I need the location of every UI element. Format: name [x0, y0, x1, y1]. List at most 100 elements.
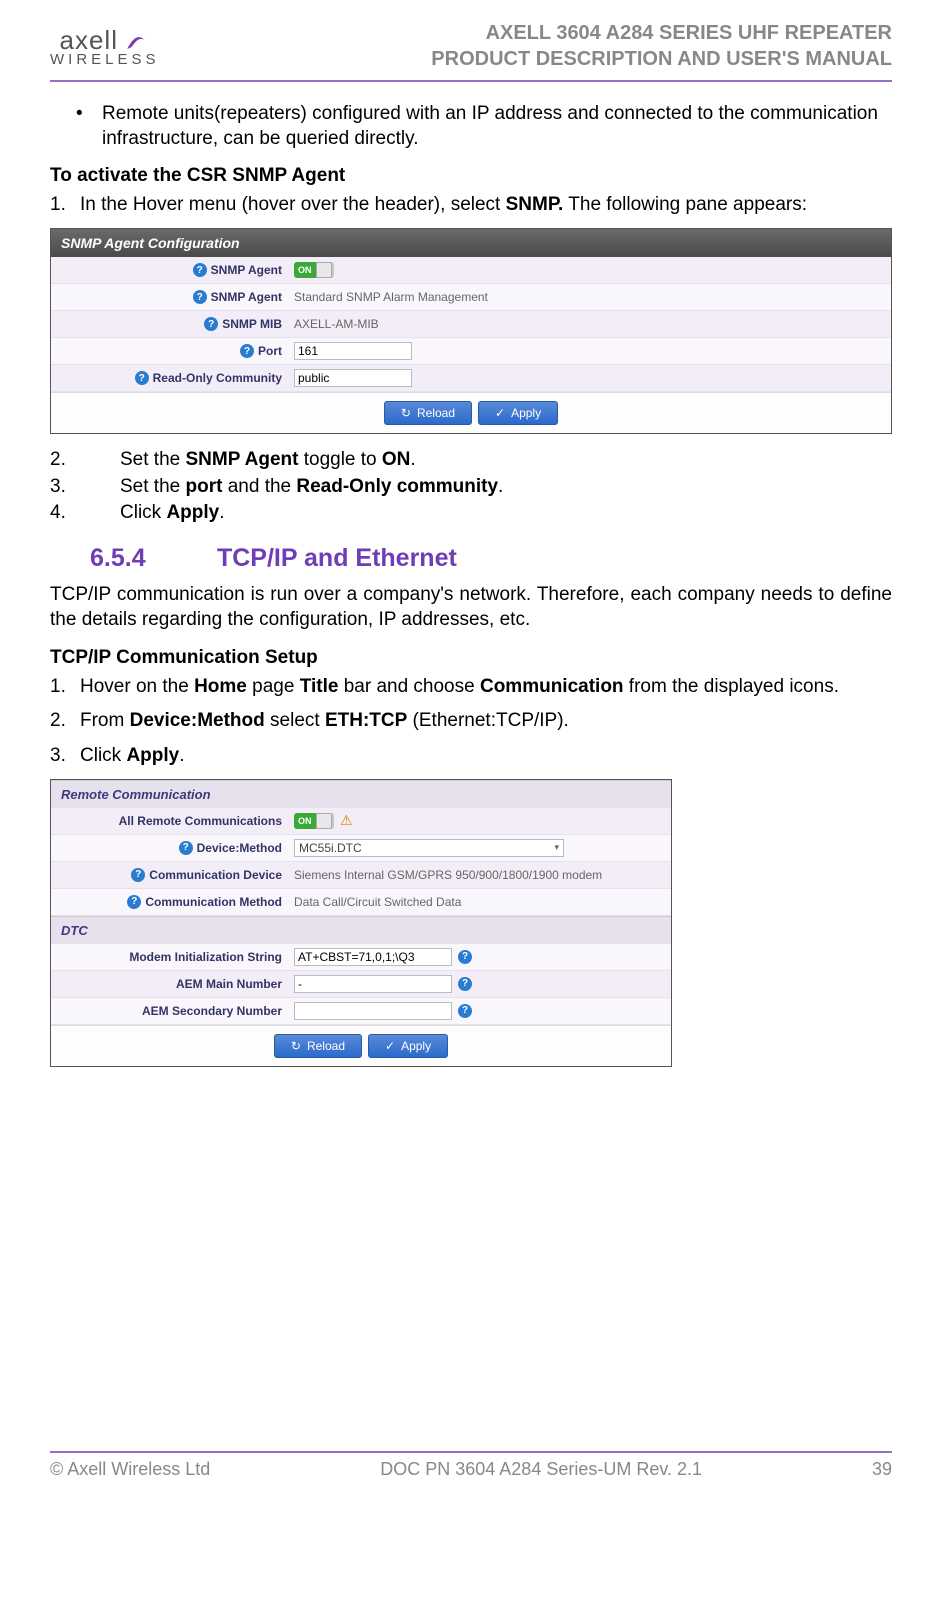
button-label: Apply	[511, 406, 541, 420]
bullet-icon: •	[76, 102, 102, 151]
help-icon[interactable]: ?	[193, 290, 207, 304]
field-label: Read-Only Community	[153, 371, 282, 385]
field-value: Data Call/Circuit Switched Data	[288, 892, 671, 912]
button-label: Reload	[307, 1039, 345, 1053]
title-line-1: AXELL 3604 A284 SERIES UHF REPEATER	[431, 20, 892, 46]
help-icon[interactable]: ?	[204, 317, 218, 331]
remote-comm-panel: Remote Communication All Remote Communic…	[50, 779, 672, 1067]
snmp-step-3: 3. Set the port and the Read-Only commun…	[50, 475, 892, 500]
snmp-step-4: 4. Click Apply.	[50, 501, 892, 526]
field-label: Device:Method	[197, 841, 282, 855]
reload-button[interactable]: ↻ Reload	[384, 401, 472, 425]
field-label: Port	[258, 344, 282, 358]
text-bold: Communication	[480, 676, 624, 697]
text-bold: Title	[300, 676, 339, 697]
snmp-activate-heading: To activate the CSR SNMP Agent	[50, 165, 892, 187]
footer-copyright: © Axell Wireless Ltd	[50, 1459, 210, 1480]
text: In the Hover menu (hover over the header…	[80, 194, 506, 215]
snmp-step-2: 2. Set the SNMP Agent toggle to ON.	[50, 448, 892, 473]
text-bold: ETH:TCP	[325, 710, 407, 731]
text: Click	[120, 502, 166, 523]
field-label: Communication Device	[149, 868, 282, 882]
all-remote-toggle[interactable]: ON	[294, 813, 334, 829]
help-icon[interactable]: ?	[458, 1004, 472, 1018]
page-header: axell WIRELESS AXELL 3604 A284 SERIES UH…	[50, 20, 892, 82]
document-title: AXELL 3604 A284 SERIES UHF REPEATER PROD…	[431, 20, 892, 72]
select-value: MC55i.DTC	[299, 841, 362, 855]
help-icon[interactable]: ?	[131, 868, 145, 882]
field-label: All Remote Communications	[119, 814, 282, 828]
step-number: 3.	[50, 475, 120, 500]
step-number: 1.	[50, 193, 80, 218]
aem-secondary-input[interactable]	[294, 1002, 452, 1020]
step-number: 2.	[50, 448, 120, 473]
help-icon[interactable]: ?	[240, 344, 254, 358]
help-icon[interactable]: ?	[458, 977, 472, 991]
field-label: SNMP MIB	[222, 317, 282, 331]
toggle-knob	[316, 262, 332, 278]
help-icon[interactable]: ?	[127, 895, 141, 909]
field-label: SNMP Agent	[211, 290, 282, 304]
field-value: Siemens Internal GSM/GPRS 950/900/1800/1…	[288, 865, 671, 885]
page-footer: © Axell Wireless Ltd DOC PN 3604 A284 Se…	[50, 1451, 892, 1480]
text: Click	[80, 745, 126, 766]
reload-icon: ↻	[401, 406, 411, 420]
field-label: SNMP Agent	[211, 263, 282, 277]
snmp-agent-toggle[interactable]: ON	[294, 262, 334, 278]
text: bar and choose	[338, 676, 480, 697]
section-number: 6.5.4	[90, 544, 210, 573]
bullet-item: • Remote units(repeaters) configured wit…	[76, 102, 892, 151]
text: .	[498, 476, 503, 497]
text: Set the	[120, 449, 186, 470]
text: .	[219, 502, 224, 523]
field-label: AEM Secondary Number	[142, 1004, 282, 1018]
text-bold: ON	[382, 449, 411, 470]
toggle-knob	[316, 813, 332, 829]
snmp-config-panel: SNMP Agent Configuration ? SNMP Agent ON…	[50, 228, 892, 434]
modem-init-input[interactable]	[294, 948, 452, 966]
text: toggle to	[298, 449, 381, 470]
reload-icon: ↻	[291, 1039, 301, 1053]
button-label: Reload	[417, 406, 455, 420]
logo-swirl-icon	[122, 26, 150, 54]
check-icon: ✓	[385, 1039, 395, 1053]
help-icon[interactable]: ?	[193, 263, 207, 277]
text: page	[247, 676, 300, 697]
help-icon[interactable]: ?	[179, 841, 193, 855]
help-icon[interactable]: ?	[458, 950, 472, 964]
text-bold: Apply	[166, 502, 219, 523]
text-bold: port	[186, 476, 223, 497]
apply-button[interactable]: ✓ Apply	[368, 1034, 448, 1058]
port-input[interactable]	[294, 342, 412, 360]
field-label: Communication Method	[145, 895, 282, 909]
community-input[interactable]	[294, 369, 412, 387]
field-label: Modem Initialization String	[129, 950, 282, 964]
reload-button[interactable]: ↻ Reload	[274, 1034, 362, 1058]
text-bold: SNMP Agent	[186, 449, 299, 470]
tcpip-step-1: 1. Hover on the Home page Title bar and …	[50, 675, 892, 700]
toggle-on-label: ON	[294, 262, 316, 278]
check-icon: ✓	[495, 406, 505, 420]
section-heading: 6.5.4 TCP/IP and Ethernet	[90, 544, 892, 573]
text: Hover on the	[80, 676, 194, 697]
text-bold: Read-Only community	[296, 476, 498, 497]
text-bold: SNMP.	[506, 194, 564, 215]
button-label: Apply	[401, 1039, 431, 1053]
snmp-step-1: 1. In the Hover menu (hover over the hea…	[50, 193, 892, 218]
title-line-2: PRODUCT DESCRIPTION AND USER'S MANUAL	[431, 46, 892, 72]
step-number: 1.	[50, 675, 80, 700]
tcpip-step-2: 2. From Device:Method select ETH:TCP (Et…	[50, 709, 892, 734]
text: The following pane appears:	[568, 194, 807, 215]
text-bold: Home	[194, 676, 247, 697]
bullet-text: Remote units(repeaters) configured with …	[102, 102, 892, 151]
text: and the	[222, 476, 296, 497]
logo: axell WIRELESS	[50, 26, 160, 67]
tcpip-step-3: 3. Click Apply.	[50, 744, 892, 769]
footer-docref: DOC PN 3604 A284 Series-UM Rev. 2.1	[380, 1459, 702, 1480]
dtc-title: DTC	[51, 916, 671, 944]
toggle-on-label: ON	[294, 813, 316, 829]
device-method-select[interactable]: MC55i.DTC ▾	[294, 839, 564, 857]
apply-button[interactable]: ✓ Apply	[478, 401, 558, 425]
help-icon[interactable]: ?	[135, 371, 149, 385]
aem-main-input[interactable]	[294, 975, 452, 993]
